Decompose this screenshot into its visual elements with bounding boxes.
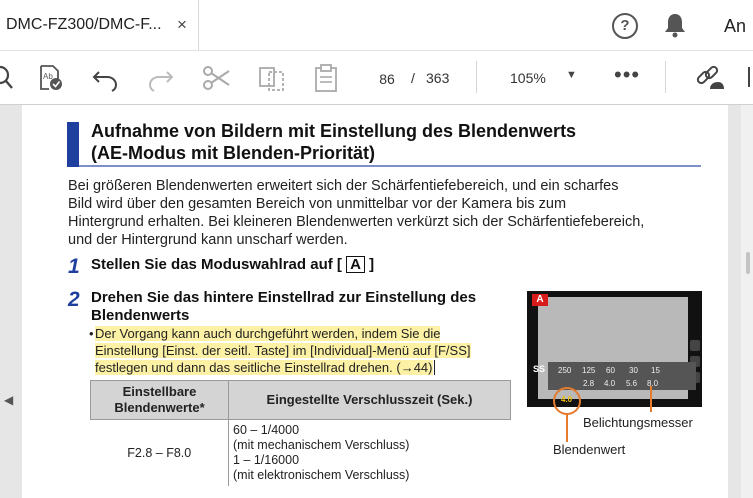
- table-cell: 60 – 1/4000 (mit mechanischem Verschluss…: [228, 419, 511, 486]
- aperture-leader-line: [566, 413, 568, 442]
- note-line: Einstellung [Einst. der seitl. Taste] im…: [95, 343, 471, 358]
- tab-title[interactable]: DMC-FZ300/DMC-F...: [6, 16, 162, 34]
- camera-side-icon: [690, 340, 700, 351]
- scale-bottom-label: 5.6: [626, 379, 638, 388]
- tab-bar: DMC-FZ300/DMC-F... × ? An: [0, 0, 753, 51]
- mode-a-icon: A: [346, 256, 365, 273]
- heading-line-1: Aufnahme von Bildern mit Einstellung des…: [91, 121, 577, 141]
- step-2-line: Drehen Sie das hintere Einstellrad zur E…: [91, 289, 477, 306]
- heading-line-2: (AE-Modus mit Blenden-Priorität): [91, 143, 375, 163]
- scale-top-label: 60: [606, 366, 615, 375]
- compare-icon[interactable]: [257, 63, 287, 93]
- intro-line: Hintergrund erhalten. Bei kleineren Blen…: [68, 214, 645, 230]
- aperture-value: 4.0: [561, 395, 573, 404]
- redo-icon[interactable]: [146, 63, 176, 93]
- clipboard-icon[interactable]: [311, 63, 341, 93]
- document-tab[interactable]: DMC-FZ300/DMC-F... ×: [0, 0, 199, 50]
- table-header-line: Einstellbare: [122, 384, 197, 399]
- more-icon[interactable]: •••: [614, 62, 640, 88]
- page-separator: /: [411, 70, 415, 86]
- table-cell-line: (mit mechanischem Verschluss): [233, 438, 410, 452]
- heading-underline: [79, 165, 701, 167]
- step-1-bracket: ]: [369, 256, 375, 273]
- meter-label: Belichtungsmesser: [583, 415, 693, 430]
- scale-bottom-label: 4.0: [604, 379, 616, 388]
- scale-top-label: 30: [629, 366, 638, 375]
- panel-toggle-icon[interactable]: ◀: [4, 393, 13, 407]
- intro-line: Bild wird über den gesamten Bereich von …: [68, 196, 567, 212]
- intro-paragraph: Bei größeren Blendenwerten erweitert sic…: [68, 177, 708, 249]
- table-cell-line: (mit elektronischem Verschluss): [233, 468, 410, 482]
- help-icon[interactable]: ?: [612, 13, 638, 39]
- zoom-dropdown[interactable]: 105% ▼: [504, 65, 584, 91]
- scissors-icon[interactable]: [202, 63, 232, 93]
- table-header-row: Einstellbare Blendenwerte* Eingestellte …: [90, 380, 511, 420]
- scale-top-label: 250: [558, 366, 572, 375]
- note-bullet: •: [89, 326, 94, 341]
- step-number: 2: [68, 288, 80, 311]
- table-cell: F2.8 – F8.0: [90, 419, 229, 486]
- intro-line: Bei größeren Blendenwerten erweitert sic…: [68, 178, 619, 194]
- scale-top-label: 125: [582, 366, 596, 375]
- scale-bottom-label: 2.8: [583, 379, 595, 388]
- aperture-label: Blendenwert: [553, 442, 626, 457]
- mode-badge: A: [532, 294, 548, 306]
- table-header-line: Blendenwerte*: [114, 400, 205, 415]
- toolbar: Ab / 363 105% ▼ •••: [0, 51, 753, 105]
- meter-leader-line: [650, 386, 652, 412]
- search-icon[interactable]: [0, 63, 20, 93]
- link-icon[interactable]: [694, 63, 724, 93]
- note-line: festlegen und dann das seitliche Einstel…: [95, 360, 433, 375]
- section-heading: Aufnahme von Bildern mit Einstellung des…: [91, 120, 576, 164]
- table-header: Eingestellte Verschlusszeit (Sek.): [228, 380, 511, 420]
- zoom-value: 105%: [510, 70, 546, 86]
- step-number: 1: [68, 255, 80, 278]
- undo-icon[interactable]: [90, 63, 120, 93]
- table-cell-line: 60 – 1/4000: [233, 423, 300, 437]
- highlighted-note[interactable]: • Der Vorgang kann auch durchgeführt wer…: [89, 325, 515, 376]
- ss-label: SS: [533, 364, 546, 374]
- text-cursor: [433, 360, 435, 375]
- svg-text:Ab: Ab: [43, 72, 53, 81]
- table-row: F2.8 – F8.0 60 – 1/4000 (mit mechanische…: [90, 419, 511, 486]
- page-number-input[interactable]: [364, 65, 410, 93]
- scrollbar-thumb[interactable]: [746, 252, 750, 274]
- page-total: 363: [426, 70, 450, 86]
- scale-top-label: 15: [651, 366, 660, 375]
- table-header: Einstellbare Blendenwerte*: [90, 380, 229, 420]
- aperture-table: Einstellbare Blendenwerte* Eingestellte …: [90, 380, 511, 486]
- scrollbar[interactable]: [741, 105, 753, 498]
- toolbar-divider: [476, 61, 477, 93]
- step-2-line: Blendenwerts: [91, 307, 190, 324]
- step-1-label: Stellen Sie das Moduswahlrad auf [: [91, 256, 342, 273]
- spellcheck-icon[interactable]: Ab: [36, 63, 66, 93]
- intro-line: und der Hintergrund kann unscharf werden…: [68, 232, 348, 248]
- table-cell-line: 1 – 1/16000: [233, 453, 300, 467]
- close-tab-icon[interactable]: ×: [177, 15, 187, 35]
- step-1-text: Stellen Sie das Moduswahlrad auf [ A ]: [91, 256, 374, 274]
- note-line: Der Vorgang kann auch durchgeführt werde…: [95, 326, 441, 341]
- heading-accent-bar: [67, 122, 79, 167]
- user-name[interactable]: An: [724, 16, 746, 37]
- toolbar-divider: [665, 61, 666, 93]
- scale-bottom-label: 8.0: [647, 379, 659, 388]
- step-2-text: Drehen Sie das hintere Einstellrad zur E…: [91, 289, 476, 325]
- chevron-down-icon: ▼: [566, 69, 577, 81]
- bell-icon[interactable]: [664, 12, 686, 43]
- toolbar-edge: [748, 67, 750, 87]
